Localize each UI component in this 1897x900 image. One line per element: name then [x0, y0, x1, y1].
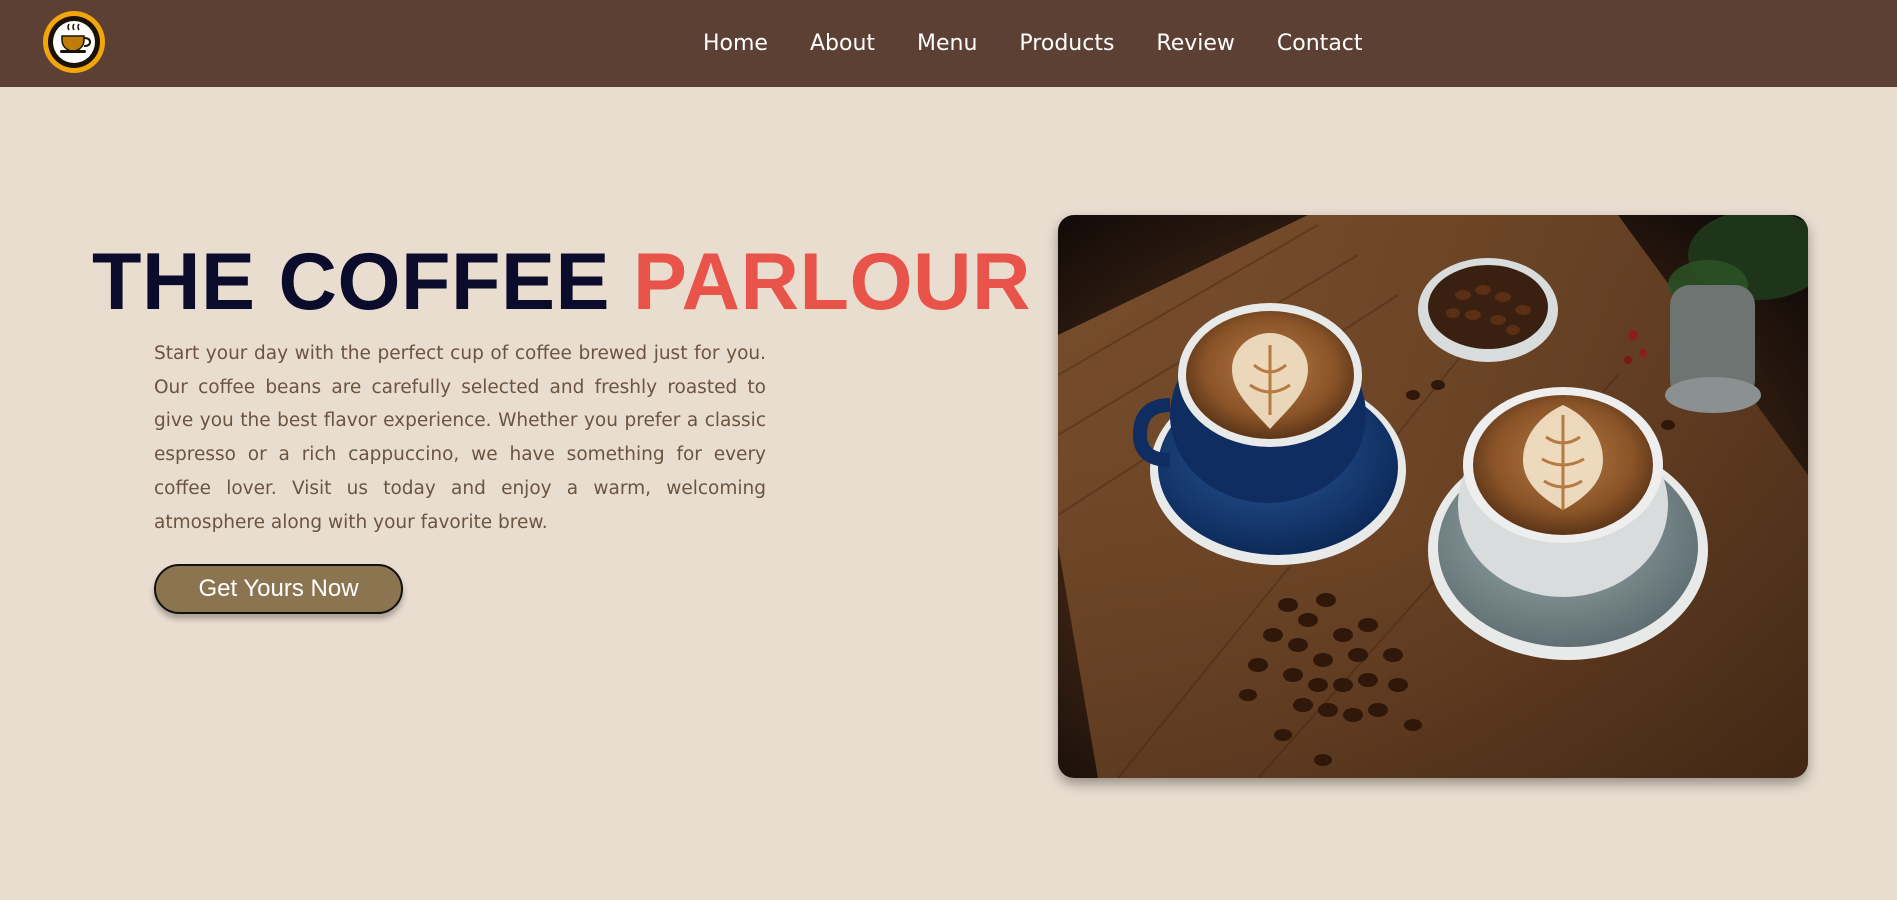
coffee-cup-logo-icon[interactable] — [42, 10, 106, 74]
hero-title-main: THE COFFEE — [92, 237, 611, 327]
hero-description: Start your day with the perfect cup of c… — [154, 343, 766, 533]
nav-link-products[interactable]: Products — [1019, 31, 1114, 56]
main-nav: Home About Menu Products Review Contact — [703, 0, 1363, 87]
navbar: Home About Menu Products Review Contact — [0, 0, 1897, 87]
hero-title: THE COFFEE PARLOUR — [92, 236, 1031, 328]
get-yours-now-button[interactable]: Get Yours Now — [154, 564, 403, 614]
nav-link-contact[interactable]: Contact — [1277, 31, 1363, 56]
nav-link-home[interactable]: Home — [703, 31, 768, 56]
coffee-cups-photo — [1058, 215, 1808, 778]
nav-link-about[interactable]: About — [810, 31, 875, 56]
nav-link-menu[interactable]: Menu — [917, 31, 977, 56]
nav-link-review[interactable]: Review — [1156, 31, 1235, 56]
hero-title-accent: PARLOUR — [633, 237, 1032, 327]
